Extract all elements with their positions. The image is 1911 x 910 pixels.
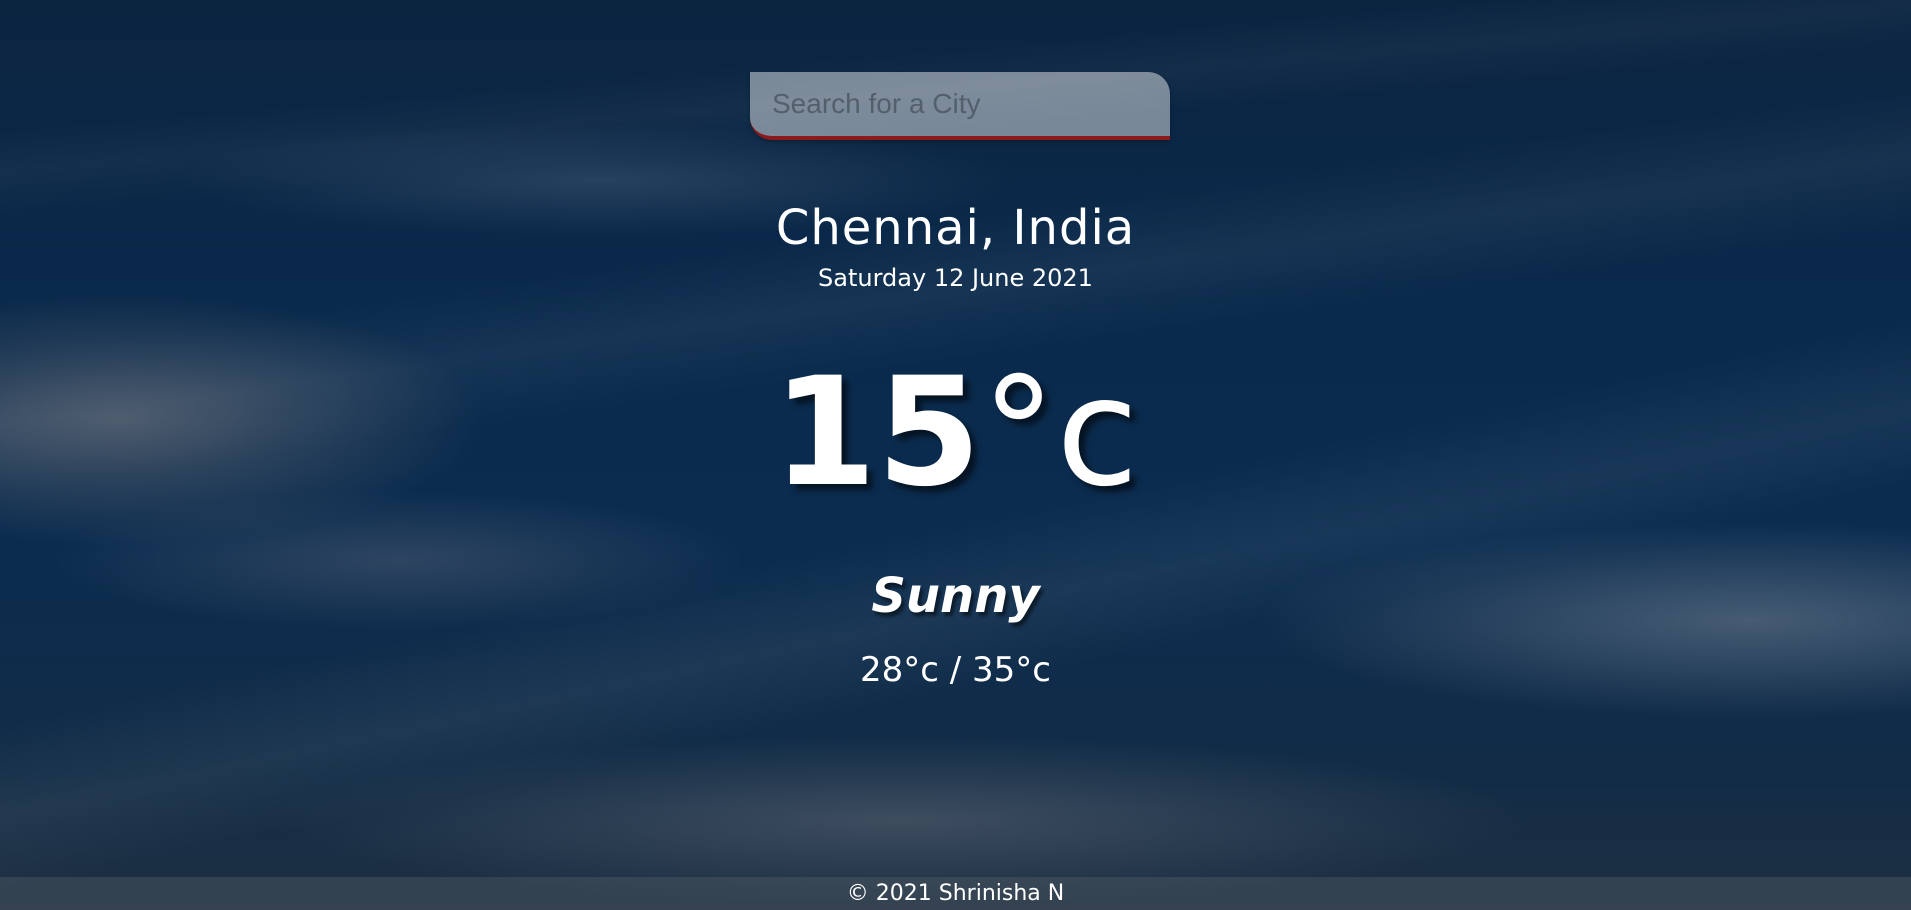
temperature-display: 15°c <box>0 358 1911 508</box>
hi-low-range: 28°c / 35°c <box>860 650 1051 690</box>
date-label: Saturday 12 June 2021 <box>818 264 1093 292</box>
temperature-value: 15 <box>772 346 982 520</box>
temperature-unit: °c <box>981 346 1139 520</box>
weather-condition: Sunny <box>871 568 1040 624</box>
location-title: Chennai, India <box>775 200 1136 256</box>
footer-copyright: © 2021 Shrinisha N <box>846 881 1065 906</box>
search-box <box>750 72 1170 142</box>
footer: © 2021 Shrinisha N <box>0 877 1911 910</box>
search-input[interactable] <box>750 72 1170 140</box>
